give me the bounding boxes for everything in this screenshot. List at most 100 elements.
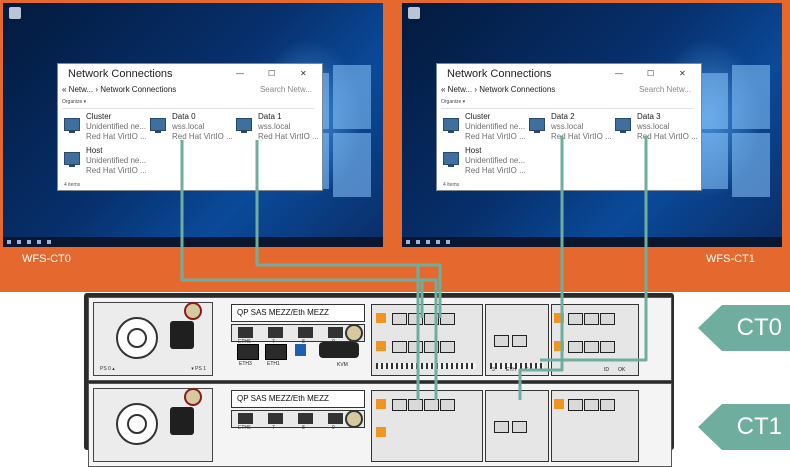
minimize-button[interactable]: —: [236, 69, 244, 78]
recycle-bin-icon[interactable]: [408, 7, 420, 19]
release-tab[interactable]: [376, 313, 386, 323]
connection-data-1[interactable]: Data 1 wss.local Red Hat VirtIO ...: [236, 112, 322, 150]
organize-button[interactable]: Organize ▾: [62, 99, 86, 105]
connection-host[interactable]: Host Unidentified ne... Red Hat VirtIO .…: [443, 146, 529, 184]
sfp-port[interactable]: [494, 335, 509, 347]
address-bar[interactable]: « Netw... › Network Connections Search N…: [62, 85, 314, 97]
close-button[interactable]: ✕: [679, 69, 686, 78]
search-box[interactable]: Search Netw...: [260, 85, 312, 94]
eth-port[interactable]: [268, 413, 283, 424]
eth-port[interactable]: [328, 413, 343, 424]
thumbscrew-icon[interactable]: [345, 410, 363, 428]
sfp-port[interactable]: [424, 341, 439, 353]
close-button[interactable]: ✕: [300, 69, 307, 78]
sfp-port[interactable]: [392, 313, 407, 325]
storage-chassis: PS 0 ▴ ▾ PS 1 QP SAS MEZZ/Eth MEZZ ETH6 …: [84, 293, 674, 467]
center-slot: 3 ETH 5: [485, 304, 549, 376]
release-tab[interactable]: [554, 341, 564, 351]
connection-data-0[interactable]: Data 0 wss.local Red Hat VirtIO ...: [150, 112, 236, 150]
app-icon[interactable]: [446, 240, 450, 244]
thumbscrew-icon[interactable]: [184, 388, 202, 406]
sfp-port[interactable]: [584, 399, 599, 411]
release-tab[interactable]: [376, 427, 386, 437]
maximize-button[interactable]: ☐: [647, 69, 654, 78]
sfp-port[interactable]: [440, 313, 455, 325]
sfp-port[interactable]: [424, 313, 439, 325]
app-icon[interactable]: [47, 240, 51, 244]
connection-device: Red Hat VirtIO ...: [258, 132, 319, 141]
connection-name: Cluster: [465, 112, 491, 121]
connection-cluster[interactable]: Cluster Unidentified ne... Red Hat VirtI…: [64, 112, 150, 150]
connection-name: Cluster: [86, 112, 112, 121]
sfp-port[interactable]: [600, 313, 615, 325]
sfp-port[interactable]: [584, 313, 599, 325]
explorer-icon[interactable]: [37, 240, 41, 244]
connection-cluster[interactable]: Cluster Unidentified ne... Red Hat VirtI…: [443, 112, 529, 150]
sfp-port[interactable]: [584, 341, 599, 353]
usb-port[interactable]: [295, 344, 306, 356]
rj45-port[interactable]: [265, 344, 287, 360]
sfp-port[interactable]: [512, 421, 527, 433]
eth-port[interactable]: [298, 327, 313, 338]
sfp-port[interactable]: [392, 341, 407, 353]
address-bar[interactable]: « Netw... › Network Connections Search N…: [441, 85, 693, 97]
connection-host[interactable]: Host Unidentified ne... Red Hat VirtIO .…: [64, 146, 150, 184]
thumbscrew-icon[interactable]: [184, 302, 202, 320]
eth-port[interactable]: [298, 413, 313, 424]
window-titlebar[interactable]: Network Connections — ☐ ✕: [437, 64, 701, 84]
host-label-wfs-ct0: WFS-CT0: [22, 253, 71, 265]
connection-name: Data 3: [637, 112, 661, 121]
minimize-button[interactable]: —: [615, 69, 623, 78]
thumbscrew-icon[interactable]: [345, 324, 363, 342]
sfp-port[interactable]: [600, 341, 615, 353]
kvm-port[interactable]: [319, 342, 359, 358]
slot-label: 3: [492, 367, 495, 373]
ps0-label: PS 0 ▴: [100, 366, 115, 372]
sfp-port[interactable]: [568, 399, 583, 411]
connection-network: wss.local: [637, 122, 670, 131]
search-box[interactable]: Search Netw...: [639, 85, 691, 94]
sfp-port[interactable]: [408, 313, 423, 325]
organize-button[interactable]: Organize ▾: [441, 99, 465, 105]
sfp-port[interactable]: [600, 399, 615, 411]
release-tab[interactable]: [554, 313, 564, 323]
eth-port[interactable]: [268, 327, 283, 338]
connection-device: Red Hat VirtIO ...: [86, 132, 147, 141]
center-slot: [485, 390, 549, 462]
task-view-icon[interactable]: [27, 240, 31, 244]
search-icon[interactable]: [17, 240, 21, 244]
id-led-label: ID: [604, 367, 609, 373]
eth-port[interactable]: [238, 413, 253, 424]
sfp-port[interactable]: [440, 399, 455, 411]
search-icon[interactable]: [416, 240, 420, 244]
explorer-icon[interactable]: [436, 240, 440, 244]
network-card-left: [371, 390, 483, 462]
connection-device: Red Hat VirtIO ...: [86, 166, 147, 175]
release-tab[interactable]: [376, 399, 386, 409]
task-view-icon[interactable]: [426, 240, 430, 244]
sfp-port[interactable]: [494, 421, 509, 433]
window-titlebar[interactable]: Network Connections — ☐ ✕: [58, 64, 322, 84]
release-tab[interactable]: [376, 341, 386, 351]
eth-port[interactable]: [238, 327, 253, 338]
sfp-port[interactable]: [440, 341, 455, 353]
connection-device: Red Hat VirtIO ...: [172, 132, 233, 141]
release-tab[interactable]: [554, 399, 564, 409]
rj45-port[interactable]: [237, 344, 259, 360]
start-icon[interactable]: [406, 240, 410, 244]
sfp-port[interactable]: [568, 341, 583, 353]
sfp-port[interactable]: [408, 399, 423, 411]
sfp-port[interactable]: [568, 313, 583, 325]
recycle-bin-icon[interactable]: [9, 7, 21, 19]
connection-data-2[interactable]: Data 2 wss.local Red Hat VirtIO ...: [529, 112, 615, 150]
eth-port[interactable]: [328, 327, 343, 338]
fan-icon: [116, 317, 158, 359]
start-icon[interactable]: [7, 240, 11, 244]
sfp-port[interactable]: [408, 341, 423, 353]
power-supply-0: PS 0 ▴ ▾ PS 1: [93, 302, 213, 376]
sfp-port[interactable]: [392, 399, 407, 411]
maximize-button[interactable]: ☐: [268, 69, 275, 78]
connection-data-3[interactable]: Data 3 wss.local Red Hat VirtIO ...: [615, 112, 701, 150]
sfp-port[interactable]: [424, 399, 439, 411]
sfp-port[interactable]: [512, 335, 527, 347]
